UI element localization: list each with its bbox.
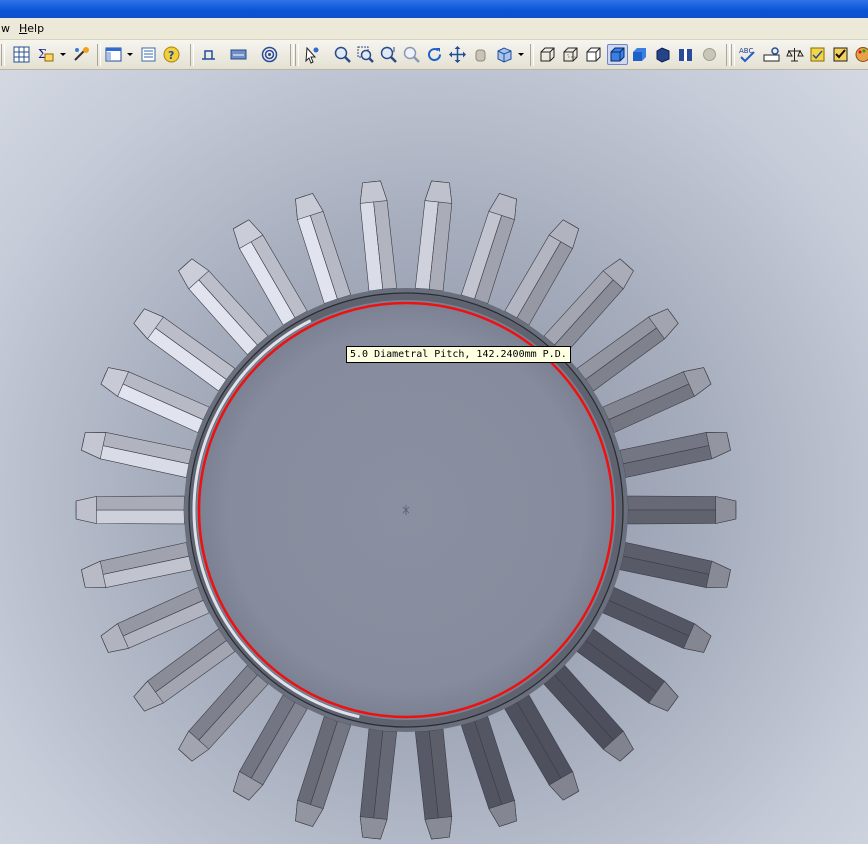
section-view-icon[interactable] (676, 45, 695, 64)
toolbar-separator (97, 44, 101, 66)
zoom-fit-icon[interactable] (333, 45, 352, 64)
palette-icon[interactable] (854, 45, 868, 64)
dropdown-arrow[interactable] (518, 53, 524, 56)
pitch-tooltip: 5.0 Diametral Pitch, 142.2400mm P.D. (346, 346, 571, 363)
measure-icon[interactable] (199, 45, 218, 64)
toolbar: Σ ? ABC (0, 40, 868, 70)
gear-tooth-tip (424, 816, 453, 840)
magic-icon[interactable] (72, 45, 91, 64)
zoom-selection-icon[interactable] (402, 45, 421, 64)
view-orientation-icon[interactable] (495, 45, 514, 64)
gear-tooth-tip (359, 816, 388, 840)
shaded-icon[interactable] (630, 45, 649, 64)
shaded-with-edges-icon[interactable] (607, 44, 628, 65)
graphics-viewport[interactable]: 5.0 Diametral Pitch, 142.2400mm P.D. (0, 70, 868, 844)
toolbar-separator (295, 44, 299, 66)
spell-check-icon[interactable]: ABC (738, 45, 757, 64)
gear-tooth-tip (424, 180, 453, 204)
window-title-bar (0, 0, 868, 18)
section-icon[interactable] (229, 45, 248, 64)
svg-text:?: ? (168, 49, 174, 62)
realview-icon[interactable] (700, 45, 719, 64)
rotate-icon[interactable] (425, 45, 444, 64)
zoom-in-out-icon[interactable] (379, 45, 398, 64)
smart-icon[interactable] (808, 45, 827, 64)
toolbar-separator (731, 44, 735, 66)
toolbar-separator (290, 44, 294, 66)
list-icon[interactable] (139, 45, 158, 64)
toolbar-separator (1, 44, 5, 66)
pan-icon[interactable] (448, 45, 467, 64)
perspective-icon[interactable] (653, 45, 672, 64)
panel-icon[interactable] (104, 45, 123, 64)
gear-model[interactable] (0, 70, 868, 844)
menu-bar: w Help (0, 18, 868, 40)
hand-icon[interactable] (471, 45, 490, 64)
toolbar-separator (530, 44, 534, 66)
balance-icon[interactable] (785, 45, 804, 64)
dropdown-arrow[interactable] (127, 53, 133, 56)
pointer-icon[interactable] (302, 45, 321, 64)
zoom-area-icon[interactable] (356, 45, 375, 64)
toolbar-separator (726, 44, 730, 66)
menu-view[interactable]: w (1, 22, 10, 35)
wireframe-icon[interactable] (538, 45, 557, 64)
gear-tooth-tip (715, 496, 737, 524)
hidden-lines-visible-icon[interactable] (561, 45, 580, 64)
menu-help[interactable]: Help (19, 22, 44, 35)
dropdown-arrow[interactable] (60, 53, 66, 56)
hidden-lines-removed-icon[interactable] (584, 45, 603, 64)
checkbox-icon[interactable] (831, 45, 850, 64)
target-icon[interactable] (260, 45, 279, 64)
gear-tooth-tip (359, 180, 388, 204)
sum-icon[interactable]: Σ (36, 45, 55, 64)
help-icon[interactable]: ? (162, 45, 181, 64)
dimension-icon[interactable] (762, 45, 781, 64)
gear-tooth-tip (75, 496, 97, 524)
toolbar-separator (190, 44, 194, 66)
grid-icon[interactable] (12, 45, 31, 64)
